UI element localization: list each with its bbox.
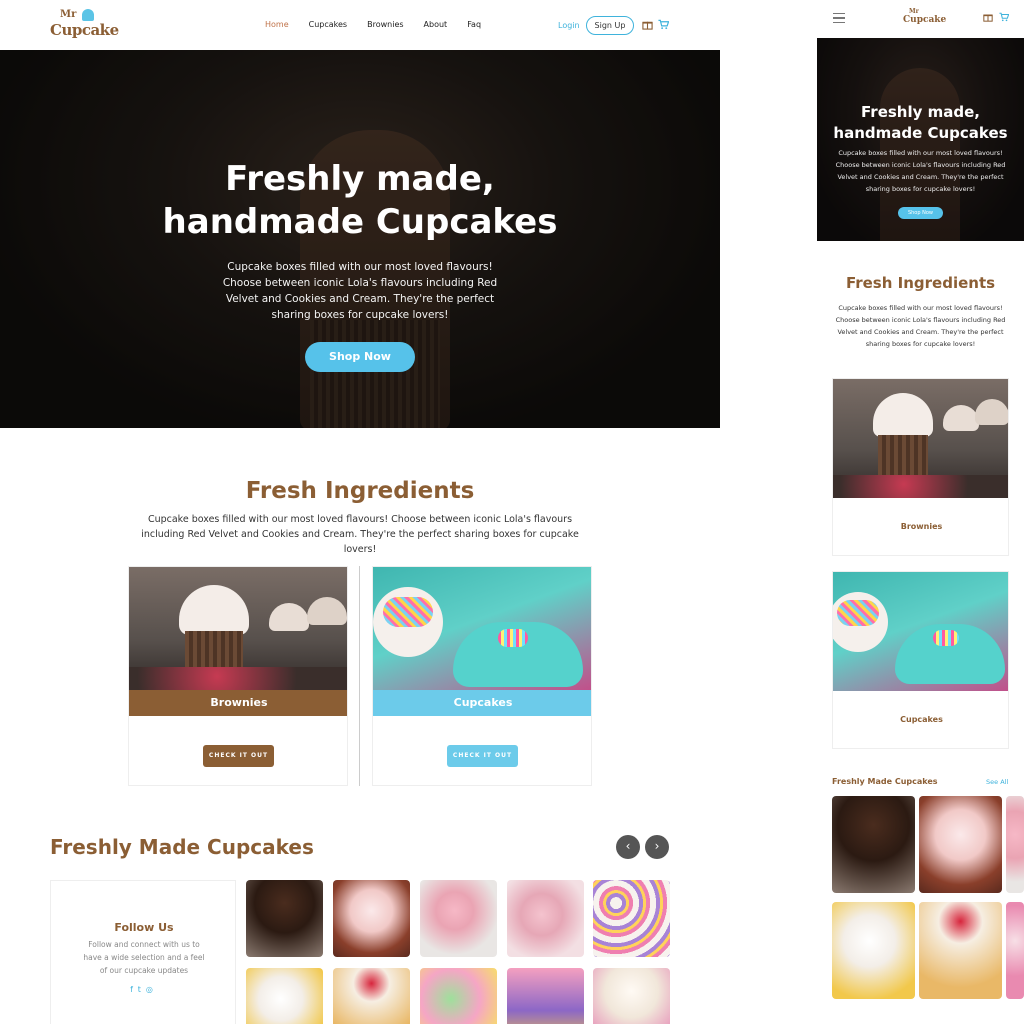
nav-item-about[interactable]: About (424, 20, 448, 29)
mobile-brand-mr: Mr (909, 8, 919, 15)
cupcakes-card-label: Cupcakes (373, 690, 591, 716)
cupcake-thumbnail[interactable] (593, 880, 670, 957)
mobile-cupcake-thumbnail[interactable] (1006, 902, 1024, 999)
cupcakes-card[interactable]: Cupcakes CHECK IT OUT (372, 566, 592, 786)
mobile-cupcake-thumbnail[interactable] (919, 796, 1002, 893)
fresh-ingredients-description: Cupcake boxes filled with our most loved… (141, 514, 579, 555)
cupcake-thumbnail[interactable] (246, 968, 323, 1024)
twitter-icon[interactable]: t (138, 985, 146, 994)
follow-us-card: Follow Us Follow and connect with us to … (50, 880, 236, 1024)
top-navbar: Mr Cupcake Home Cupcakes Brownies About … (0, 0, 720, 50)
social-icons: ft◎ (51, 985, 237, 994)
mobile-cupcake-thumbnail[interactable] (1006, 796, 1024, 893)
mobile-brownies-image (833, 379, 1008, 498)
follow-us-title: Follow Us (114, 921, 174, 934)
mobile-fresh-ingredients-description: Cupcake boxes filled with our most loved… (835, 304, 1006, 348)
mobile-cupcakes-card[interactable]: Cupcakes (832, 571, 1009, 749)
mobile-brand-name: Cupcake (903, 15, 947, 25)
login-link[interactable]: Login (558, 21, 580, 30)
hero-description: Cupcake boxes filled with our most loved… (222, 261, 498, 321)
brand-name: Cupcake (50, 21, 119, 39)
hero-banner: Freshly made, handmade Cupcakes Cupcake b… (0, 50, 720, 428)
signup-button[interactable]: Sign Up (586, 16, 634, 35)
page: Mr Cupcake Home Cupcakes Brownies About … (0, 0, 1024, 1024)
instagram-icon[interactable]: ◎ (146, 985, 158, 994)
brownies-check-it-out-button[interactable]: CHECK IT OUT (203, 745, 274, 767)
mobile-freshly-made-title: Freshly Made Cupcakes (832, 777, 938, 786)
brownies-card[interactable]: Brownies CHECK IT OUT (128, 566, 348, 786)
nav-item-brownies[interactable]: Brownies (367, 20, 403, 29)
facebook-icon[interactable]: f (130, 985, 138, 994)
shop-now-button[interactable]: Shop Now (305, 342, 415, 372)
nav-item-faq[interactable]: Faq (467, 20, 481, 29)
brownies-card-label: Brownies (129, 690, 347, 716)
mobile-cupcakes-image (833, 572, 1008, 691)
fresh-ingredients-title: Fresh Ingredients (245, 478, 475, 504)
mobile-shop-now-button[interactable]: Shop Now (898, 207, 943, 219)
cupcake-thumbnail[interactable] (507, 968, 584, 1024)
brand-mr: Mr (60, 9, 77, 20)
gift-icon[interactable] (642, 19, 653, 30)
cupcake-thumbnail[interactable] (420, 880, 497, 957)
mobile-hero-description: Cupcake boxes filled with our most loved… (835, 149, 1006, 193)
nav-item-cupcakes[interactable]: Cupcakes (309, 20, 347, 29)
mobile-cupcake-thumbnail[interactable] (919, 902, 1002, 999)
mobile-cupcake-thumbnail[interactable] (832, 796, 915, 893)
hero-title: Freshly made, handmade Cupcakes (162, 159, 558, 242)
cupcakes-card-image (373, 567, 591, 690)
freshly-made-title: Freshly Made Cupcakes (50, 835, 314, 859)
cart-icon[interactable] (658, 19, 669, 30)
see-all-link[interactable]: See All (986, 778, 1008, 786)
cupcake-logo-icon (82, 9, 94, 21)
mobile-cupcakes-label: Cupcakes (900, 715, 943, 724)
mobile-brownies-card[interactable]: Brownies (832, 378, 1009, 556)
carousel-prev-button[interactable]: ‹ (616, 835, 640, 859)
cards-divider (359, 566, 360, 786)
hamburger-menu-icon[interactable] (833, 13, 845, 23)
mobile-cart-icon[interactable] (999, 12, 1009, 22)
main-menu: Home Cupcakes Brownies About Faq (265, 20, 501, 29)
mobile-navbar: Mr Cupcake (817, 0, 1024, 38)
cupcakes-check-it-out-button[interactable]: CHECK IT OUT (447, 745, 518, 767)
follow-us-text: Follow and connect with us to have a wid… (83, 940, 205, 975)
nav-item-home[interactable]: Home (265, 20, 289, 29)
mobile-fresh-ingredients-title: Fresh Ingredients (845, 274, 996, 292)
cupcake-thumbnail[interactable] (507, 880, 584, 957)
cupcake-thumbnail[interactable] (246, 880, 323, 957)
cupcake-thumbnail[interactable] (420, 968, 497, 1024)
mobile-hero-title: Freshly made, handmade Cupcakes (833, 103, 1008, 142)
brownies-card-image (129, 567, 347, 690)
mobile-view: Mr Cupcake Freshly made, handmade Cupcake… (817, 0, 1024, 1024)
mobile-cupcake-thumbnail[interactable] (832, 902, 915, 999)
mobile-brownies-label: Brownies (900, 522, 943, 531)
brand-logo[interactable]: Mr Cupcake (50, 9, 119, 43)
mobile-gift-icon[interactable] (983, 12, 993, 22)
cupcake-thumbnail[interactable] (593, 968, 670, 1024)
cupcake-thumbnail[interactable] (333, 968, 410, 1024)
cupcake-thumbnail[interactable] (333, 880, 410, 957)
carousel-next-button[interactable]: › (645, 835, 669, 859)
mobile-brand-logo[interactable]: Mr Cupcake (903, 8, 946, 30)
desktop-view: Mr Cupcake Home Cupcakes Brownies About … (0, 0, 720, 1024)
mobile-hero-banner: Freshly made, handmade Cupcakes Cupcake b… (817, 38, 1024, 241)
